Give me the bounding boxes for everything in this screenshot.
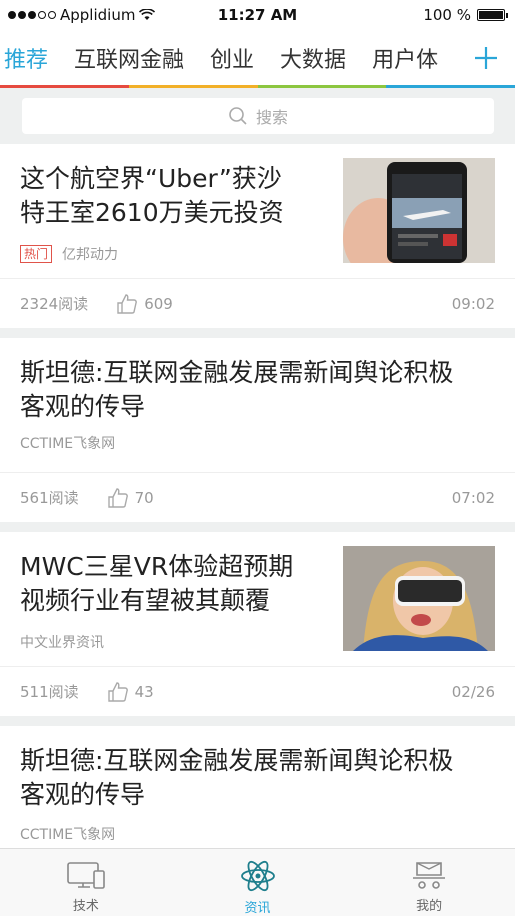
list-item[interactable]: MWC三星VR体验超预期 视频行业有望被其颠覆 中文业界资讯 511阅读 43 … — [0, 532, 515, 716]
like-button[interactable]: 43 — [107, 681, 154, 703]
nav-news[interactable]: 资讯 — [172, 849, 344, 916]
search-placeholder: 搜索 — [255, 108, 288, 127]
article-stats: 2324阅读 609 09:02 — [0, 278, 515, 328]
article-title: 斯坦德:互联网金融发展需新闻舆论积极 客观的传导 — [20, 746, 454, 809]
nav-news-label: 资讯 — [244, 901, 271, 916]
hot-badge: 热门 — [20, 245, 53, 263]
profile-icon — [413, 862, 446, 889]
read-count: 511阅读 — [20, 683, 79, 701]
article-thumbnail-phone — [343, 158, 495, 263]
like-button[interactable]: 609 — [116, 293, 173, 315]
tab-internet-finance[interactable]: 互联网金融 — [74, 42, 184, 74]
like-count: 43 — [134, 682, 154, 701]
article-meta: CCTIME飞象网 — [20, 824, 115, 844]
article-stats: 561阅读 70 07:02 — [0, 472, 515, 522]
article-source: 亿邦动力 — [62, 247, 119, 263]
article-title: 这个航空界“Uber”获沙 特王室2610万美元投资 — [20, 164, 284, 227]
article-date: 07:02 — [451, 488, 495, 507]
read-count: 2324阅读 — [20, 295, 89, 313]
read-count: 561阅读 — [20, 489, 79, 507]
article-source: 中文业界资讯 — [20, 635, 104, 651]
tab-recommend[interactable]: 推荐 — [4, 42, 48, 74]
thumbs-up-icon — [117, 293, 138, 314]
article-date: 02/26 — [451, 682, 495, 701]
nav-tech-label: 技术 — [72, 899, 99, 914]
category-tab-bar: 推荐 互联网金融 创业 大数据 用户体 — [0, 30, 515, 88]
nav-profile-label: 我的 — [416, 899, 443, 914]
battery-group: 100 % — [423, 6, 508, 24]
like-count: 609 — [144, 294, 173, 313]
nav-profile[interactable]: 我的 — [343, 849, 515, 916]
bottom-nav: 技术 资讯 我的 — [0, 848, 515, 916]
article-meta: 热门 亿邦动力 — [20, 244, 118, 264]
article-meta: CCTIME飞象网 — [20, 433, 115, 453]
atom-icon — [240, 860, 275, 892]
article-source: CCTIME飞象网 — [20, 827, 116, 843]
like-button[interactable]: 70 — [107, 487, 154, 509]
news-feed: 这个航空界“Uber”获沙 特王室2610万美元投资 热门 亿邦动力 2324阅… — [0, 144, 515, 870]
battery-icon — [477, 9, 508, 21]
tab-startup[interactable]: 创业 — [210, 42, 254, 74]
search-input[interactable]: 搜索 — [22, 98, 494, 134]
thumbs-up-icon — [107, 681, 128, 702]
like-count: 70 — [134, 488, 154, 507]
list-item[interactable]: 这个航空界“Uber”获沙 特王室2610万美元投资 热门 亿邦动力 2324阅… — [0, 144, 515, 328]
article-title: 斯坦德:互联网金融发展需新闻舆论积极 客观的传导 — [20, 358, 454, 421]
battery-percent: 100 % — [423, 6, 471, 24]
add-category-button[interactable] — [457, 30, 515, 85]
search-icon — [229, 107, 247, 125]
list-item[interactable]: 斯坦德:互联网金融发展需新闻舆论积极 客观的传导 CCTIME飞象网 — [0, 726, 515, 860]
article-title: MWC三星VR体验超预期 视频行业有望被其颠覆 — [20, 552, 294, 615]
article-thumbnail-vr — [343, 546, 495, 651]
monitor-icon — [67, 862, 105, 889]
plus-icon — [475, 46, 497, 69]
status-bar: Applidium 11:27 AM 100 % — [0, 0, 515, 30]
nav-tech[interactable]: 技术 — [0, 849, 172, 916]
article-source: CCTIME飞象网 — [20, 436, 116, 452]
article-stats: 511阅读 43 02/26 — [0, 666, 515, 716]
tab-user-experience[interactable]: 用户体 — [372, 42, 438, 74]
tab-big-data[interactable]: 大数据 — [280, 42, 346, 74]
article-date: 09:02 — [451, 294, 495, 313]
thumbs-up-icon — [107, 487, 128, 508]
list-item[interactable]: 斯坦德:互联网金融发展需新闻舆论积极 客观的传导 CCTIME飞象网 561阅读 … — [0, 338, 515, 522]
article-meta: 中文业界资讯 — [20, 632, 104, 652]
